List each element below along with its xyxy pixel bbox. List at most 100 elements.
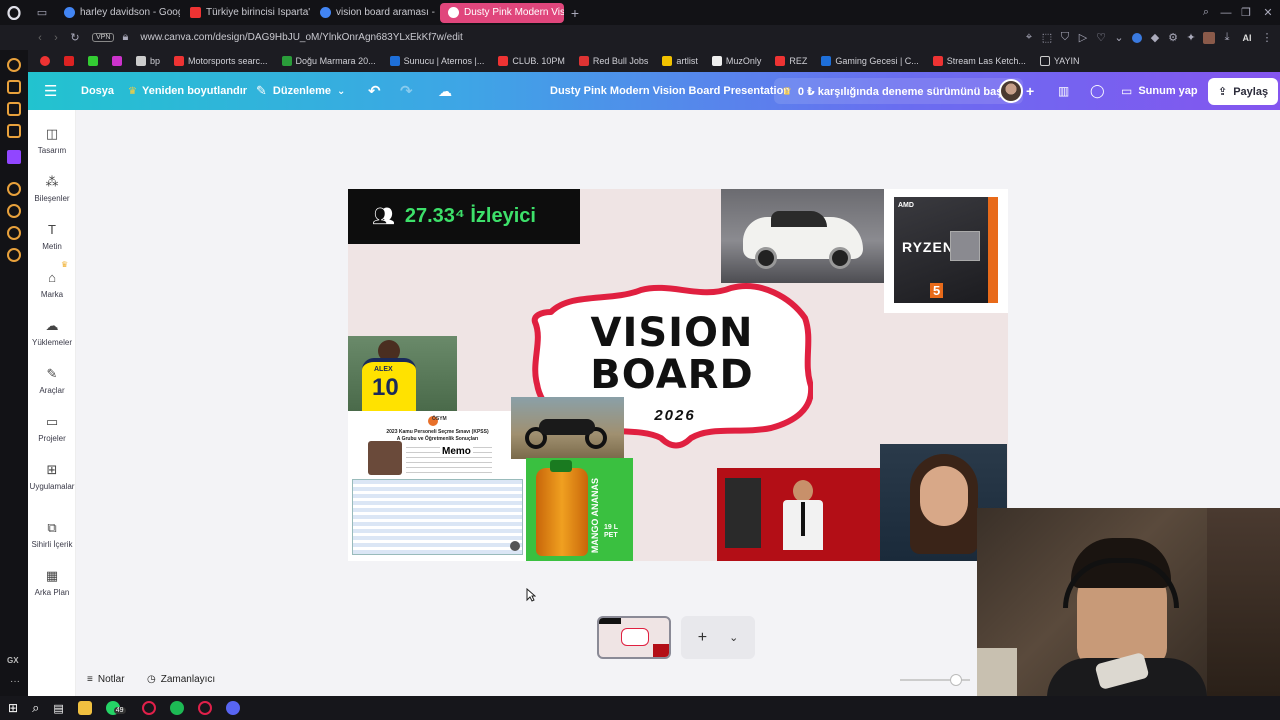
sidebar-app-icon[interactable] (7, 80, 21, 94)
side-item-magic[interactable]: ⧉ Sihirli İçerik (28, 521, 76, 550)
page-thumbnail[interactable] (597, 616, 671, 659)
whatsapp-icon[interactable]: 49 (105, 701, 126, 715)
bookmark-redbull[interactable]: Red Bull Jobs (573, 56, 655, 66)
undo-icon[interactable]: ↶ (368, 72, 381, 110)
sidebar-app-icon[interactable] (7, 124, 21, 138)
title-line-2[interactable]: BOARD (531, 355, 813, 395)
pin-icon[interactable]: ⌖ (1020, 31, 1038, 44)
more-icon[interactable]: ··· (10, 676, 20, 687)
avatar[interactable] (999, 79, 1023, 103)
bookmark-icon[interactable] (58, 56, 80, 66)
app-icon[interactable] (197, 701, 212, 715)
file-explorer-icon[interactable] (77, 701, 92, 715)
bookmark-yayin[interactable]: YAYIN (1034, 56, 1086, 66)
bookmark-icon[interactable] (34, 56, 56, 66)
editing-mode-dropdown[interactable]: ✎ Düzenleme ⌄ (256, 72, 345, 110)
forward-icon[interactable]: › (48, 32, 64, 44)
spotify-icon[interactable] (169, 701, 184, 715)
snapshot-icon[interactable]: ⬚ (1038, 31, 1056, 44)
bookmark-stream[interactable]: Stream Las Ketch... (927, 56, 1032, 66)
search-icon[interactable]: ⌕ (1196, 6, 1216, 19)
bookmark-artlist[interactable]: artlist (656, 56, 704, 66)
search-icon[interactable]: ⌕ (32, 700, 39, 716)
analytics-icon[interactable]: ▥ (1058, 72, 1069, 110)
ryzen-cpu-image[interactable]: AMD RYZEN 5 (884, 189, 1008, 313)
bookmark-icon[interactable] (106, 56, 128, 66)
shield-icon[interactable]: ⛉ (1056, 31, 1074, 44)
footballer-image[interactable]: ALEX 10 (348, 336, 457, 411)
bookmark-aternos[interactable]: Sunucu | Aternos |... (384, 56, 491, 66)
add-collaborator-icon[interactable]: + (1026, 72, 1034, 110)
menu-icon[interactable]: ⋮ (1258, 31, 1276, 44)
bookmark-muzonly[interactable]: MuzOnly (706, 56, 768, 66)
cloud-sync-icon[interactable]: ☁ (438, 72, 452, 110)
gx-icon[interactable]: GX (7, 656, 19, 665)
mango-drink-image[interactable]: MANGO ANANAS 19 L PET (526, 458, 633, 561)
ai-button[interactable]: AI (1236, 33, 1258, 43)
play-icon[interactable]: ▷ (1074, 31, 1092, 44)
year-label[interactable]: 2026 (645, 407, 705, 424)
opera-logo-icon[interactable] (0, 5, 28, 20)
minimize-icon[interactable]: — (1216, 7, 1236, 19)
sidebar-app-icon[interactable] (7, 102, 21, 116)
zoom-slider-thumb[interactable] (950, 674, 962, 686)
back-icon[interactable]: ‹ (32, 32, 48, 44)
timer-button[interactable]: ◷ Zamanlayıcı (147, 674, 215, 685)
puzzle-icon[interactable]: ✦ (1182, 31, 1200, 44)
browser-tab-3[interactable]: vision board araması - Ca (312, 3, 438, 23)
reload-icon[interactable]: ↻ (64, 31, 86, 44)
car-image[interactable] (721, 189, 889, 283)
extension-icon[interactable]: ⚙ (1164, 31, 1182, 44)
document-title[interactable]: Dusty Pink Modern Vision Board Presentat… (550, 72, 790, 110)
side-item-design[interactable]: ◫ Tasarım (28, 127, 76, 156)
extension-icon[interactable] (1128, 32, 1146, 43)
side-item-projects[interactable]: ▭ Projeler (28, 415, 76, 444)
file-menu-button[interactable]: Dosya (81, 72, 114, 110)
side-item-brand[interactable]: ⌂ Marka (28, 271, 76, 300)
share-button[interactable]: ⇪ Paylaş (1208, 78, 1279, 105)
history-icon[interactable] (7, 204, 21, 218)
notes-button[interactable]: ≡ Notlar (87, 674, 125, 685)
download-icon[interactable]: ⤓ (1218, 31, 1236, 44)
redo-icon[interactable]: ↷ (400, 72, 413, 110)
heart-icon[interactable]: ♡ (1092, 31, 1110, 44)
side-item-tools[interactable]: ✎ Araçlar (28, 367, 76, 396)
vision-board-slide[interactable]: 👥︎ 27.33⁴ İzleyici AMD RYZEN 5 VISION BO… (348, 189, 1008, 561)
browser-tab-active[interactable]: Dusty Pink Modern Vision (440, 2, 564, 23)
player-icon[interactable] (7, 182, 21, 196)
bookmark-icon[interactable] (82, 56, 104, 66)
viewer-count-image[interactable]: 👥︎ 27.33⁴ İzleyici (348, 189, 580, 244)
side-item-text[interactable]: T Metin (28, 223, 76, 252)
resize-button[interactable]: ♛ Yeniden boyutlandır (128, 72, 247, 110)
close-icon[interactable]: ✕ (1256, 6, 1280, 19)
bookmark-club[interactable]: CLUB. 10PM (492, 56, 571, 66)
comedian-image[interactable] (717, 468, 883, 561)
url-field[interactable]: www.canva.com/design/DAG9HbJU_oM/YlnkOnr… (140, 32, 462, 43)
lock-icon[interactable]: 🔒︎ (114, 31, 136, 44)
title-line-1[interactable]: VISION (531, 313, 813, 353)
extensions-icon[interactable] (7, 226, 21, 240)
avatar[interactable] (1200, 31, 1218, 44)
bookmark-bp[interactable]: bp (130, 56, 166, 66)
bookmark-gaming[interactable]: Gaming Gecesi | C... (815, 56, 924, 66)
bookmark-dogu-marmara[interactable]: Doğu Marmara 20... (276, 56, 382, 66)
vpn-badge[interactable]: VPN (92, 33, 115, 42)
kpss-result-image[interactable]: ÖSYM 2023 Kamu Personeli Seçme Sınavı (K… (348, 411, 527, 561)
hamburger-menu-icon[interactable]: ☰ (44, 72, 57, 110)
aria-icon[interactable] (7, 58, 21, 72)
start-trial-button[interactable]: ♛ 0 ₺ karşılığında deneme sürümünü başla… (774, 78, 1024, 104)
comments-icon[interactable]: ◯ (1090, 72, 1105, 110)
workspaces-icon[interactable]: ▭ (28, 6, 56, 19)
windows-start-icon[interactable]: ⊞ (8, 701, 18, 715)
side-item-elements[interactable]: ⁂ Bileşenler (28, 175, 76, 204)
side-item-apps[interactable]: ⊞ Uygulamalar (28, 463, 76, 492)
present-button[interactable]: ▭ Sunum yap (1121, 72, 1198, 110)
side-item-background[interactable]: ▦ Arka Plan (28, 569, 76, 598)
settings-icon[interactable] (7, 248, 21, 262)
new-tab-button[interactable]: + (566, 5, 584, 21)
task-view-icon[interactable]: ▤ (53, 702, 63, 715)
dropdown-icon[interactable]: ⌄ (1110, 31, 1128, 44)
browser-tab-2[interactable]: Türkiye birincisi Isparta'da (182, 3, 310, 23)
side-item-uploads[interactable]: ☁ Yüklemeler (28, 319, 76, 348)
twitch-icon[interactable] (7, 150, 21, 164)
